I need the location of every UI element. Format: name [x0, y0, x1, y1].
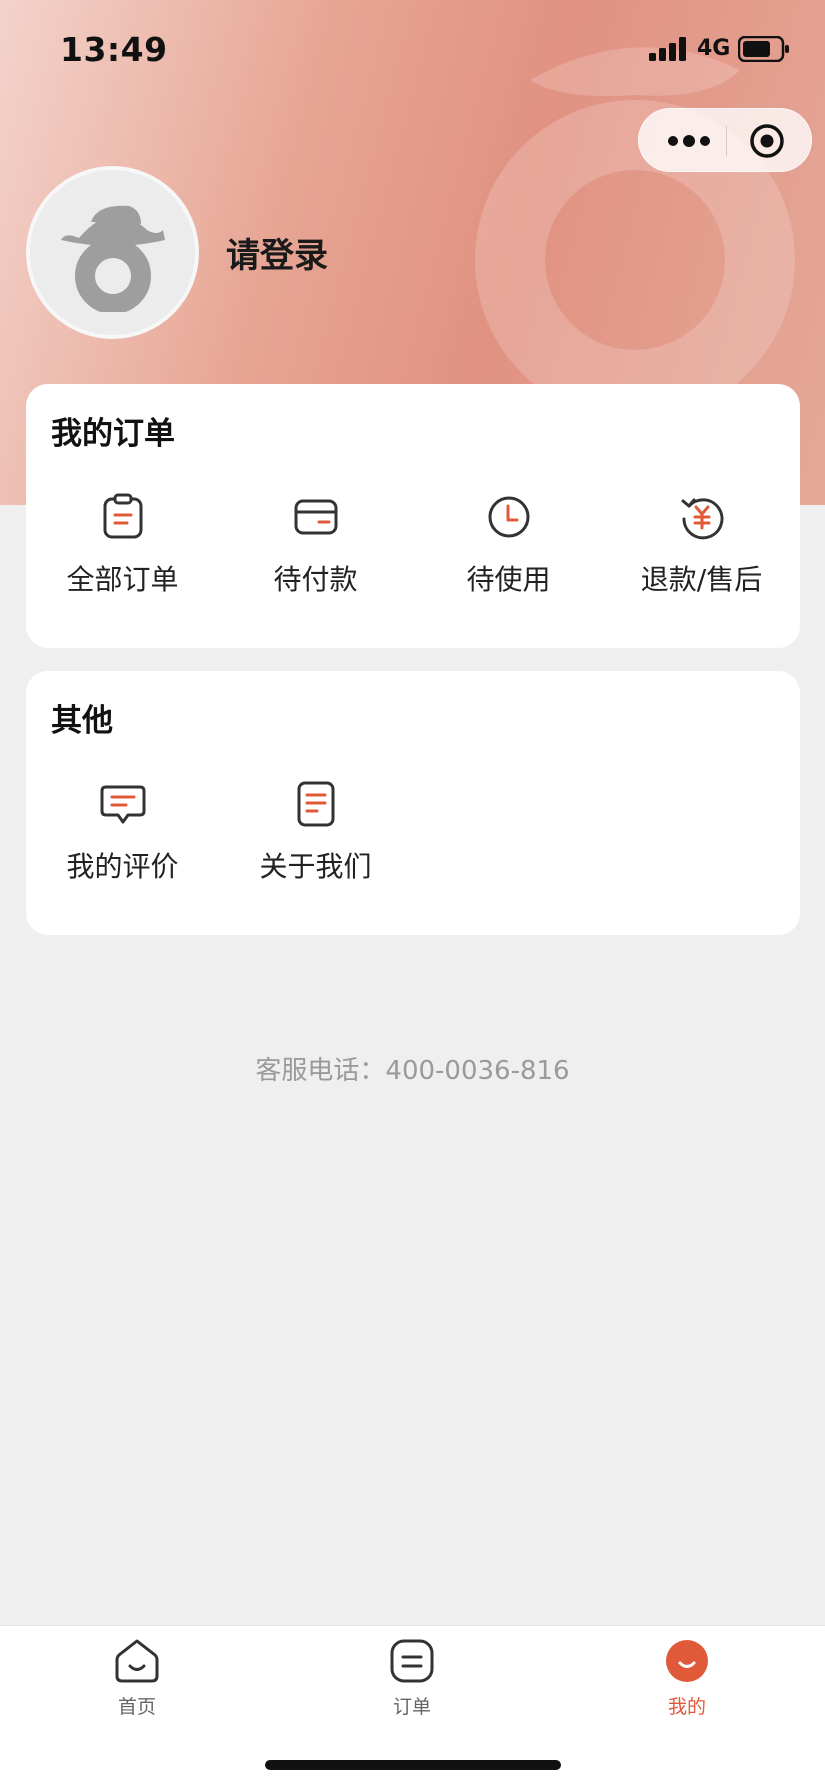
refund-aftersale-entry[interactable]: 退款/售后 [605, 492, 798, 612]
more-dots-icon [668, 135, 710, 147]
refund-aftersale-label: 退款/售后 [640, 563, 763, 596]
battery-icon [738, 36, 789, 62]
my-reviews-label: 我的评价 [66, 850, 179, 883]
tab-home[interactable]: 首页 [57, 1636, 217, 1736]
more-options-button[interactable] [657, 109, 721, 173]
signal-strength-icon [649, 37, 686, 61]
tab-mine-label: 我的 [667, 1696, 706, 1718]
target-close-icon [750, 124, 784, 158]
my-orders-title: 我的订单 [51, 416, 175, 452]
close-miniprogram-button[interactable] [735, 109, 799, 173]
profile-smile-icon [666, 1640, 708, 1682]
pending-use-label: 待使用 [466, 563, 551, 596]
tab-mine[interactable]: 我的 [607, 1636, 767, 1736]
service-hotline[interactable]: 客服电话：400-0036-816 [0, 1050, 825, 1087]
about-us-label: 关于我们 [259, 850, 372, 883]
default-avatar-icon [60, 205, 165, 312]
all-orders-entry[interactable]: 全部订单 [26, 492, 219, 612]
avatar[interactable] [26, 166, 199, 339]
home-indicator [265, 1760, 561, 1770]
pending-payment-entry[interactable]: 待付款 [219, 492, 412, 612]
all-orders-label: 全部订单 [66, 563, 179, 596]
comment-icon [100, 785, 145, 824]
about-us-entry[interactable]: 关于我们 [219, 779, 412, 899]
card-icon [294, 499, 337, 535]
pending-payment-label: 待付款 [273, 563, 358, 596]
refund-yen-icon [681, 498, 723, 540]
other-card: 其他 我的评价 关于我们 [26, 671, 800, 935]
clock-icon [488, 496, 529, 538]
order-list-icon [390, 1639, 434, 1683]
home-smile-icon [115, 1639, 159, 1683]
status-bar: 13:49 4G [0, 0, 825, 100]
network-type-label: 4G [697, 36, 731, 61]
capsule-divider [726, 126, 727, 156]
my-orders-card: 我的订单 全部订单 待付款 待使用 退款/售后 [26, 384, 800, 648]
status-time: 13:49 [60, 30, 168, 69]
tab-orders-label: 订单 [392, 1696, 431, 1718]
pending-use-entry[interactable]: 待使用 [412, 492, 605, 612]
tab-orders[interactable]: 订单 [332, 1636, 492, 1736]
document-icon [297, 781, 334, 827]
tab-home-label: 首页 [117, 1696, 156, 1718]
other-title: 其他 [51, 703, 113, 739]
my-reviews-entry[interactable]: 我的评价 [26, 779, 219, 899]
clipboard-icon [103, 493, 142, 539]
miniprogram-capsule [638, 108, 812, 172]
login-prompt[interactable]: 请登录 [226, 228, 328, 277]
